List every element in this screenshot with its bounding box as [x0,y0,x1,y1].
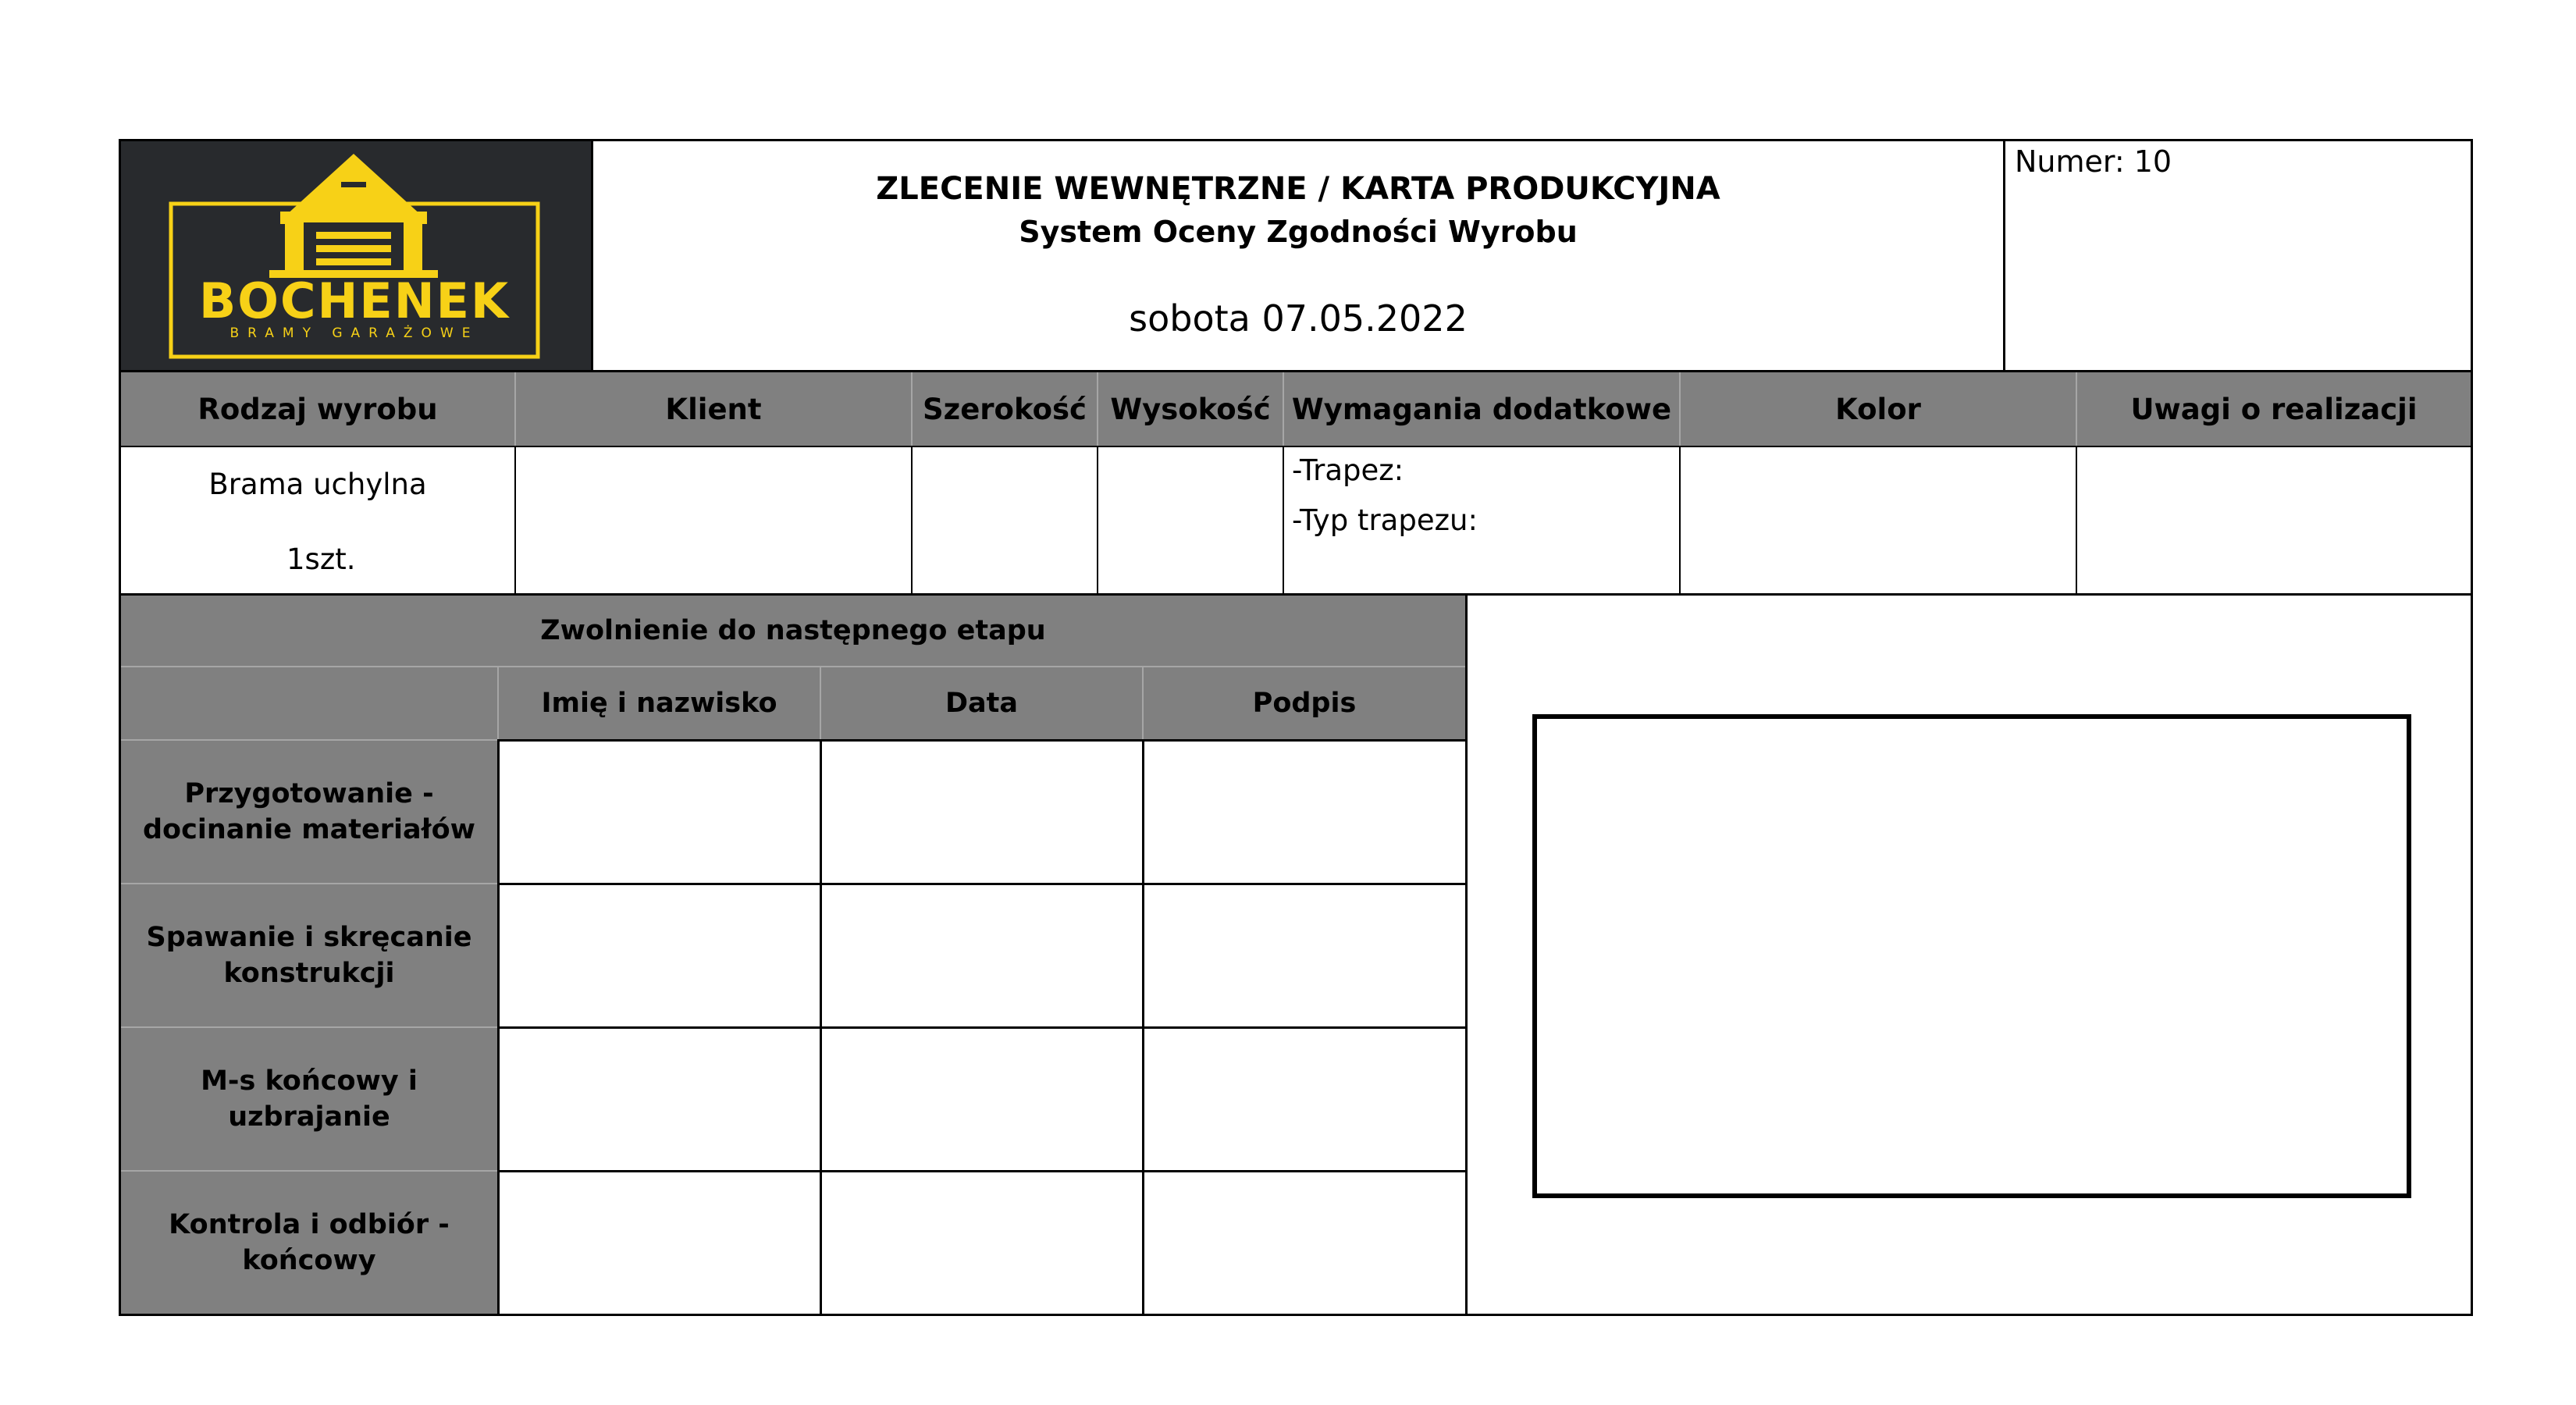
col-width: Szerokość [913,372,1098,446]
release-title: Zwolnienie do następnego etapu [121,596,1465,667]
document-subtitle: System Oceny Zgodności Wyrobu [1019,215,1578,249]
col-height: Wysokość [1098,372,1284,446]
cell-client[interactable] [516,446,913,594]
col-requirements: Wymagania dodatkowe [1284,372,1681,446]
order-number-box: Numer: 10 [2005,141,2471,372]
cell-inspection-date[interactable] [820,1170,1142,1314]
col-name: Imię i nazwisko [497,667,820,739]
col-product-type: Rodzaj wyrobu [121,372,516,446]
cell-assembly-signature[interactable] [1142,1026,1465,1170]
product-type: Brama uchylna [208,468,427,501]
cell-preparation-signature[interactable] [1142,739,1465,883]
stage-final-assembly: M-s końcowy i uzbrajanie [121,1026,497,1170]
cell-assembly-date[interactable] [820,1026,1142,1170]
requirement-trapez-type: -Typ trapezu: [1292,503,1478,537]
col-date: Data [820,667,1142,739]
document-header: ZLECENIE WEWNĘTRZNE / KARTA PRODUKCYJNA … [591,141,2005,372]
cell-color[interactable] [1681,446,2077,594]
production-card: BOCHENEK BRAMY GARAŻOWE ZLECENIE WEWNĘTR… [119,139,2473,1316]
product-quantity: 1szt. [286,542,356,576]
stage-preparation: Przygotowanie - docinanie materiałów [121,739,497,883]
cell-notes[interactable] [2077,446,2471,594]
stage-inspection: Kontrola i odbiór - końcowy [121,1170,497,1314]
requirement-trapez: -Trapez: [1292,454,1404,487]
release-corner [121,667,497,739]
cell-welding-signature[interactable] [1142,883,1465,1026]
col-client: Klient [516,372,913,446]
cell-welding-name[interactable] [497,883,820,1026]
cell-preparation-date[interactable] [820,739,1142,883]
document-title: ZLECENIE WEWNĘTRZNE / KARTA PRODUKCYJNA [876,171,1720,207]
cell-preparation-name[interactable] [497,739,820,883]
sketch-frame[interactable] [1532,714,2411,1198]
col-signature: Podpis [1142,667,1465,739]
cell-welding-date[interactable] [820,883,1142,1026]
cell-width[interactable] [913,446,1098,594]
col-color: Kolor [1681,372,2077,446]
cell-requirements[interactable]: -Trapez: -Typ trapezu: [1284,446,1681,594]
logo-name: BOCHENEK [199,272,510,329]
cell-assembly-name[interactable] [497,1026,820,1170]
document-date: sobota 07.05.2022 [1129,297,1468,340]
cell-product-type[interactable]: Brama uchylna 1szt. [121,446,516,594]
cell-inspection-name[interactable] [497,1170,820,1314]
cell-inspection-signature[interactable] [1142,1170,1465,1314]
logo-tagline: BRAMY GARAŻOWE [229,325,479,341]
company-logo: BOCHENEK BRAMY GARAŻOWE [121,141,591,372]
cell-height[interactable] [1098,446,1284,594]
stage-welding: Spawanie i skręcanie konstrukcji [121,883,497,1026]
order-number: Numer: 10 [2015,144,2172,179]
col-notes: Uwagi o realizacji [2077,372,2471,446]
